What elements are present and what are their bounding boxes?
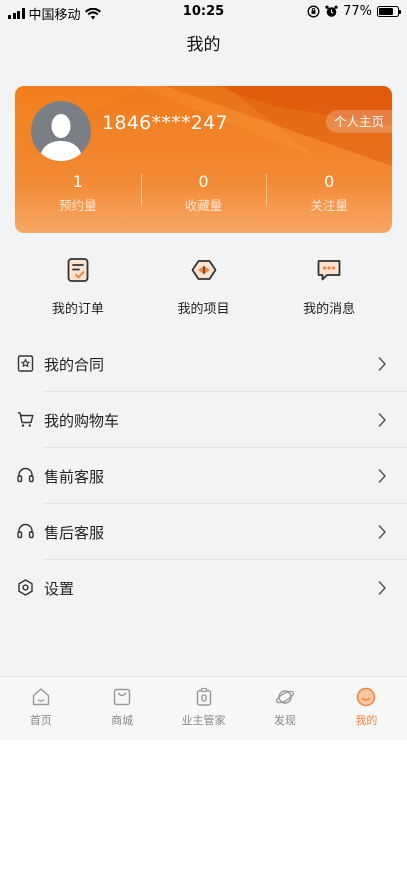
profile-icon (357, 687, 376, 707)
stat-label: 关注量 (310, 198, 348, 213)
menu-label: 我的合同 (44, 356, 105, 374)
tab-profile[interactable]: 我的 (326, 677, 407, 740)
tab-butler[interactable]: 业主管家 (163, 677, 244, 740)
tab-home[interactable]: 首页 (0, 677, 81, 740)
battery-percent: 77% (343, 4, 372, 19)
headset-icon (17, 467, 34, 483)
tab-bar: 首页 商城 业主管家 发现 我的 (0, 676, 407, 740)
quick-label: 我的项目 (177, 302, 230, 317)
menu-item-aftersale-service[interactable]: 售后客服 (0, 504, 407, 560)
menu-item-presale-service[interactable]: 售前客服 (0, 448, 407, 504)
stat-follows[interactable]: 0 关注量 (266, 172, 392, 218)
stat-label: 收藏量 (184, 198, 223, 213)
headset-icon (17, 523, 34, 539)
stat-label: 预约量 (59, 198, 97, 213)
quick-label: 我的订单 (51, 302, 104, 317)
message-icon (317, 260, 341, 281)
tab-discover[interactable]: 发现 (244, 677, 325, 740)
avatar[interactable] (31, 101, 91, 161)
battery-icon (377, 6, 401, 17)
profile-stats: 1 预约量 0 收藏量 0 关注量 (15, 172, 392, 218)
menu-label: 设置 (44, 580, 75, 598)
stat-favorites[interactable]: 0 收藏量 (140, 172, 267, 218)
status-bar: 中国移动 10:25 77% (0, 0, 407, 24)
my-projects-button[interactable]: 我的项目 (141, 256, 267, 320)
user-phone: 1846****247 (102, 112, 228, 134)
menu-item-cart[interactable]: 我的购物车 (0, 392, 407, 448)
butler-icon (196, 687, 211, 706)
stat-value: 1 (72, 172, 83, 191)
project-icon (191, 260, 216, 280)
tab-label: 商城 (111, 714, 134, 727)
stat-value: 0 (198, 172, 209, 191)
tab-label: 我的 (355, 714, 378, 727)
personal-homepage-button[interactable]: 个人主页 (325, 110, 392, 133)
tab-label: 业主管家 (181, 714, 226, 727)
tab-shop[interactable]: 商城 (81, 677, 162, 740)
settings-icon (18, 579, 33, 596)
alarm-icon (325, 5, 338, 17)
my-messages-button[interactable]: 我的消息 (266, 256, 392, 320)
my-orders-button[interactable]: 我的订单 (15, 256, 141, 320)
chevron-right-icon (378, 356, 387, 372)
orientation-lock-icon (307, 5, 320, 18)
menu-item-contracts[interactable]: 我的合同 (0, 336, 407, 392)
stat-value: 0 (324, 172, 335, 191)
chevron-right-icon (378, 412, 387, 428)
shop-icon (113, 688, 131, 706)
planet-icon (275, 690, 294, 704)
menu-label: 售前客服 (44, 468, 105, 486)
page-title: 我的 (186, 35, 221, 55)
menu-item-settings[interactable]: 设置 (0, 560, 407, 616)
home-icon (32, 688, 49, 706)
menu-label: 售后客服 (44, 524, 105, 542)
menu-label: 我的购物车 (44, 412, 120, 430)
menu-list: 我的合同 我的购物车 售前客服 售后客服 设置 (0, 336, 407, 616)
cart-icon (17, 412, 34, 427)
quick-actions: 我的订单 我的项目 我的消息 (15, 256, 392, 320)
avatar-silhouette-icon (39, 114, 83, 161)
order-icon (67, 258, 89, 282)
screen: 中国移动 10:25 77% 我的 1846****247 个人主页 1 预约量… (0, 0, 407, 740)
profile-card: 1846****247 个人主页 1 预约量 0 收藏量 0 关注量 (15, 86, 392, 233)
contract-icon (17, 355, 34, 372)
chevron-right-icon (378, 580, 387, 596)
chevron-right-icon (378, 468, 387, 484)
tab-label: 发现 (273, 714, 296, 727)
tab-label: 首页 (29, 714, 52, 727)
stat-appointments[interactable]: 1 预约量 (15, 172, 141, 218)
quick-label: 我的消息 (303, 302, 356, 317)
chevron-right-icon (378, 524, 387, 540)
